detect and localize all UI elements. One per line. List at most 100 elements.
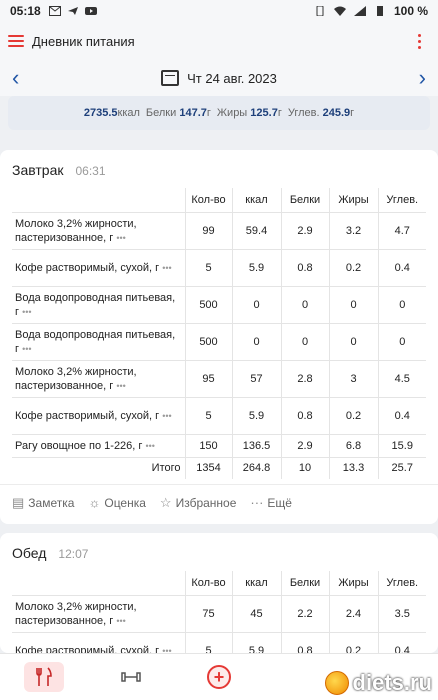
date-navigation: ‹ Чт 24 авг. 2023 ›	[0, 60, 438, 96]
column-header-name	[12, 188, 185, 212]
more-icon: •••	[162, 645, 172, 653]
food-kcal: 5.9	[231, 248, 281, 286]
food-table: Кол-во ккал Белки Жиры Углев. Молоко 3,2…	[12, 188, 426, 479]
food-qty: 5	[184, 248, 232, 286]
date-picker[interactable]: Чт 24 авг. 2023	[161, 70, 277, 86]
food-qty: 99	[184, 211, 232, 249]
table-header-row: Кол-во ккал Белки Жиры Углев.	[12, 188, 426, 212]
table-row[interactable]: Молоко 3,2% жирности, пастеризованное, г…	[12, 594, 426, 632]
food-kcal: 59.4	[231, 211, 281, 249]
food-carbs: 0.4	[377, 248, 426, 286]
table-header-row: Кол-во ккал Белки Жиры Углев.	[12, 571, 426, 595]
column-header-carbs: Углев.	[377, 188, 426, 212]
favorite-button[interactable]: ☆ Избранное	[160, 495, 236, 511]
column-header-carbs: Углев.	[377, 571, 426, 595]
food-protein: 0	[280, 285, 329, 323]
next-day-button[interactable]: ›	[419, 67, 426, 89]
food-carbs: 0.4	[377, 396, 426, 434]
note-button[interactable]: ▤ Заметка	[12, 495, 74, 511]
totals-carbs: 25.7	[377, 456, 426, 479]
battery-level: 100 %	[393, 4, 428, 18]
column-header-qty: Кол-во	[184, 571, 232, 595]
meal-header[interactable]: Обед 12:07	[0, 533, 438, 571]
more-options-icon[interactable]	[418, 33, 422, 49]
dumbbell-icon	[121, 672, 142, 682]
food-fat: 6.8	[328, 433, 378, 457]
food-fat: 0	[328, 285, 378, 323]
column-header-protein: Белки	[280, 571, 329, 595]
table-row[interactable]: Молоко 3,2% жирности, пастеризованное, г…	[12, 211, 426, 249]
youtube-icon	[84, 7, 97, 15]
food-qty: 5	[184, 631, 232, 653]
more-icon: •••	[116, 232, 126, 243]
nav-workouts[interactable]	[111, 662, 151, 692]
table-row[interactable]: Рагу овощное по 1-226, г ••• 150 136.5 2…	[12, 433, 426, 457]
note-icon: ▤	[12, 494, 25, 510]
signal-icon	[353, 6, 366, 16]
food-protein: 0.8	[280, 631, 329, 653]
more-icon: •••	[162, 410, 172, 421]
fork-knife-icon	[35, 667, 52, 686]
food-protein: 0.8	[280, 396, 329, 434]
food-carbs: 4.5	[377, 359, 426, 397]
food-qty: 5	[184, 396, 232, 434]
column-header-name	[12, 571, 185, 595]
star-icon: ☆	[159, 494, 172, 510]
totals-kcal: 264.8	[231, 456, 281, 479]
food-protein: 2.9	[280, 211, 329, 249]
status-bar: 05:18 100 %	[0, 0, 438, 22]
food-name: Кофе растворимый, сухой, г •••	[12, 248, 185, 286]
summary-fat: Жиры 125.7г	[216, 107, 282, 119]
totals-row: Итого 1354 264.8 10 13.3 25.7	[12, 456, 426, 479]
food-fat: 0.2	[328, 248, 378, 286]
totals-label: Итого	[12, 456, 185, 479]
calendar-icon	[161, 70, 180, 86]
rating-button[interactable]: ☼ Оценка	[88, 495, 145, 510]
totals-fat: 13.3	[328, 456, 378, 479]
column-header-protein: Белки	[280, 188, 329, 212]
watermark: diets.ru	[324, 670, 432, 696]
apple-logo-icon	[324, 671, 349, 695]
table-row[interactable]: Молоко 3,2% жирности, пастеризованное, г…	[12, 359, 426, 397]
food-kcal: 45	[231, 594, 281, 632]
table-row[interactable]: Кофе растворимый, сухой, г ••• 5 5.9 0.8…	[12, 631, 426, 653]
totals-qty: 1354	[184, 456, 232, 479]
more-button[interactable]: ··· Ещё	[250, 495, 292, 510]
nav-extra[interactable]	[287, 662, 327, 692]
more-icon: •••	[116, 615, 126, 626]
food-name: Вода водопроводная питьевая, г •••	[12, 322, 185, 360]
food-kcal: 5.9	[231, 396, 281, 434]
food-kcal: 57	[231, 359, 281, 397]
food-qty: 75	[184, 594, 232, 632]
food-kcal: 5.9	[231, 631, 281, 653]
nav-diary[interactable]	[23, 662, 64, 692]
table-row[interactable]: Кофе растворимый, сухой, г ••• 5 5.9 0.8…	[12, 396, 426, 434]
food-protein: 2.8	[280, 359, 329, 397]
food-carbs: 0	[377, 322, 426, 360]
telegram-icon	[67, 7, 78, 15]
table-row[interactable]: Вода водопроводная питьевая, г ••• 500 0…	[12, 322, 426, 360]
food-carbs: 3.5	[377, 594, 426, 632]
food-carbs: 4.7	[377, 211, 426, 249]
food-name: Кофе растворимый, сухой, г •••	[12, 631, 185, 653]
food-protein: 0	[280, 322, 329, 360]
lightbulb-icon: ☼	[88, 495, 101, 510]
table-row[interactable]: Вода водопроводная питьевая, г ••• 500 0…	[12, 285, 426, 323]
nav-add[interactable]: +	[199, 662, 239, 692]
more-icon: •••	[22, 306, 32, 317]
food-fat: 0	[328, 322, 378, 360]
table-row[interactable]: Кофе растворимый, сухой, г ••• 5 5.9 0.8…	[12, 248, 426, 286]
food-name: Рагу овощное по 1-226, г •••	[12, 433, 185, 457]
food-carbs: 0	[377, 285, 426, 323]
menu-icon[interactable]	[8, 35, 24, 47]
more-icon: •••	[145, 440, 155, 451]
food-fat: 2.4	[328, 594, 378, 632]
meal-card-lunch: Обед 12:07 Кол-во ккал Белки Жиры Углев.…	[0, 533, 438, 653]
food-qty: 500	[184, 285, 232, 323]
previous-day-button[interactable]: ‹	[12, 67, 19, 89]
current-date: Чт 24 авг. 2023	[187, 70, 277, 86]
meal-header[interactable]: Завтрак 06:31	[0, 150, 438, 188]
food-protein: 0.8	[280, 248, 329, 286]
app-title: Дневник питания	[32, 33, 135, 49]
food-kcal: 136.5	[231, 433, 281, 457]
